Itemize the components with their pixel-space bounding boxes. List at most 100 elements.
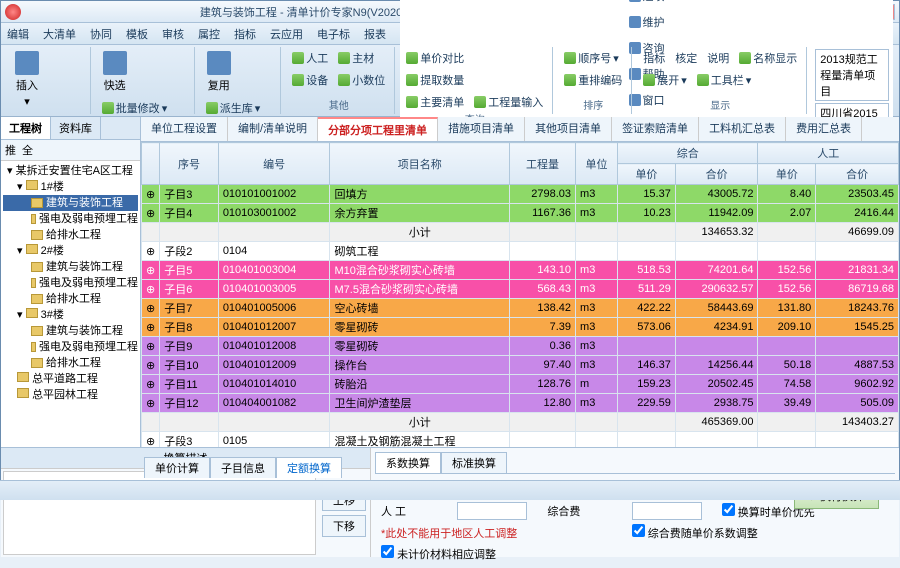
tab-compile-desc[interactable]: 编制/清单说明	[228, 117, 318, 141]
menu-cloud[interactable]: 云应用	[270, 26, 303, 42]
reuse-button[interactable]: 复用	[203, 49, 235, 95]
tree-filter-rec[interactable]: 推	[5, 142, 16, 158]
tab-project-tree[interactable]: 工程树	[1, 117, 51, 139]
tab-subitem-list[interactable]: 分部分项工程里清单	[318, 117, 438, 141]
table-row[interactable]: ⊕子目6010401003005M7.5混合砂浆砌实心砖墙568.43m3511…	[142, 280, 899, 299]
table-row[interactable]: ⊕子目12010404001082卫生间炉渣垫层12.80m3229.59293…	[142, 394, 899, 413]
select-icon	[103, 51, 127, 75]
labor-note: *此处不能用于地区人工调整	[381, 525, 622, 541]
derive-button[interactable]: 派生库▾	[203, 99, 275, 117]
qtyinput-button[interactable]: 工程量输入	[471, 93, 546, 111]
menu-control[interactable]: 属控	[198, 26, 220, 42]
mainlist-button[interactable]: 主要清单	[403, 93, 467, 111]
link-options[interactable]: 选项	[629, 0, 665, 4]
labor-input[interactable]	[457, 502, 527, 520]
table-row[interactable]: ⊕子段20104砌筑工程	[142, 242, 899, 261]
menu-ebid[interactable]: 电子标	[317, 26, 350, 42]
col-seq[interactable]: 序号	[160, 143, 219, 185]
table-row[interactable]: ⊕子目3010101001002回填方2798.03m315.3743005.7…	[142, 185, 899, 204]
col-qty[interactable]: 工程量	[509, 143, 575, 185]
batch-button[interactable]: 批量修改▾	[99, 99, 171, 117]
desc-button[interactable]: 说明	[704, 49, 732, 67]
index-button[interactable]: 指标	[640, 49, 668, 67]
table-row[interactable]: ⊕子目10010401012009操作台97.40m3146.3714256.4…	[142, 356, 899, 375]
resort-button[interactable]: 重排编码	[561, 71, 625, 89]
col-name[interactable]: 项目名称	[330, 143, 509, 185]
decimal-button[interactable]: 小数位	[335, 71, 388, 89]
table-row[interactable]: ⊕子目5010401003004M10混合砂浆砌实心砖墙143.10m3518.…	[142, 261, 899, 280]
data-grid[interactable]: 序号 编号 项目名称 工程量 单位 综合 人工 单价合价 单价合价 ⊕子目301…	[141, 142, 899, 447]
plus-icon	[15, 51, 39, 75]
equip-button[interactable]: 设备	[289, 71, 331, 89]
tab-measure-list[interactable]: 措施项目清单	[438, 117, 525, 141]
move-down-button[interactable]: 下移	[322, 515, 366, 537]
table-row[interactable]: ⊕子目9010401012008零星砌砖0.36m3	[142, 337, 899, 356]
menu-report[interactable]: 报表	[364, 26, 386, 42]
tree-building-3[interactable]: ▾ 3#楼	[3, 307, 138, 323]
approve-button[interactable]: 核定	[672, 49, 700, 67]
btab-price-calc[interactable]: 单价计算	[144, 457, 210, 478]
tree-item-arch[interactable]: 建筑与装饰工程	[3, 195, 138, 211]
tab-std-conv[interactable]: 标准换算	[441, 452, 507, 473]
expand-button[interactable]: 展开▾	[640, 71, 690, 89]
chk-compfee-follow[interactable]: 综合费随单价系数调整	[632, 524, 799, 541]
pricecmp-button[interactable]: 单价对比	[403, 49, 546, 67]
tree-item-elec[interactable]: 强电及弱电预埋工程	[3, 211, 138, 227]
tab-visa-list[interactable]: 签证索赔清单	[612, 117, 699, 141]
tab-fee-sum[interactable]: 费用汇总表	[786, 117, 862, 141]
quicksel-button[interactable]: 快选	[99, 49, 131, 95]
tree-building-1[interactable]: ▾ 1#楼	[3, 179, 138, 195]
table-row[interactable]: ⊕子目8010401012007零星砌砖7.39m3573.064234.912…	[142, 318, 899, 337]
table-row[interactable]: 小计134653.3246699.09	[142, 223, 899, 242]
tree-root[interactable]: ▾ 某拆迁安置住宅A区工程	[3, 163, 138, 179]
menu-edit[interactable]: 编辑	[7, 26, 29, 42]
insert-button[interactable]: 插入▾	[11, 49, 43, 110]
tree-site-landscape[interactable]: 总平园林工程	[3, 387, 138, 403]
tab-other-list[interactable]: 其他项目清单	[525, 117, 612, 141]
tree-filter-all[interactable]: 全	[22, 142, 33, 158]
gear-icon	[629, 0, 641, 2]
wrench-icon	[629, 16, 641, 28]
compfee-input[interactable]	[632, 502, 702, 520]
seq-button[interactable]: 顺序号▾	[561, 49, 625, 67]
btab-quota-conv[interactable]: 定额换算	[276, 457, 342, 478]
mainmat-button[interactable]: 主材	[335, 49, 377, 67]
namedisp-button[interactable]: 名称显示	[736, 49, 800, 67]
col-code[interactable]: 编号	[218, 143, 330, 185]
menu-review[interactable]: 审核	[162, 26, 184, 42]
tab-unit-settings[interactable]: 单位工程设置	[141, 117, 228, 141]
table-row[interactable]: ⊕子目7010401005006空心砖墙138.42m3422.2258443.…	[142, 299, 899, 318]
spec-combo[interactable]: 2013规范工程量清单项目	[815, 49, 889, 101]
folder-icon	[26, 180, 38, 190]
tree-item-plumb[interactable]: 给排水工程	[3, 227, 138, 243]
btab-item-info[interactable]: 子目信息	[210, 457, 276, 478]
labor-button[interactable]: 人工	[289, 49, 331, 67]
chk-unpriced-adj[interactable]: 未计价材料相应调整	[381, 545, 537, 562]
menu-index[interactable]: 指标	[234, 26, 256, 42]
label-labor: 人 工	[381, 503, 447, 519]
col-unit[interactable]: 单位	[576, 143, 618, 185]
label-compfee: 综合费	[547, 503, 621, 519]
tab-resource-lib[interactable]: 资料库	[51, 117, 101, 139]
col-comp[interactable]: 综合	[618, 143, 758, 164]
tree-site-road[interactable]: 总平道路工程	[3, 371, 138, 387]
extract-button[interactable]: 提取数量	[403, 71, 546, 89]
tab-coef-conv[interactable]: 系数换算	[375, 452, 441, 473]
tree-building-2[interactable]: ▾ 2#楼	[3, 243, 138, 259]
col-labor[interactable]: 人工	[758, 143, 899, 164]
tab-material-sum[interactable]: 工料机汇总表	[699, 117, 786, 141]
menubar: 编辑 大清单 协同 模板 审核 属控 指标 云应用 电子标 报表 材价网 全过程…	[1, 23, 899, 45]
menu-template[interactable]: 模板	[126, 26, 148, 42]
toolbar-button[interactable]: 工具栏▾	[694, 71, 755, 89]
ribbon: 插入▾ 复制 剪切 粘贴▾ 整理▾ 编辑 快选 批量修改▾ 查补漏项 名称标记▾…	[1, 45, 899, 117]
menu-collab[interactable]: 协同	[90, 26, 112, 42]
table-row[interactable]: ⊕子段30105混凝土及钢筋混凝土工程	[142, 432, 899, 448]
doc-icon	[31, 198, 43, 208]
status-bar	[0, 480, 900, 500]
table-row[interactable]: ⊕子目4010103001002余方弃置1167.36m310.2311942.…	[142, 204, 899, 223]
table-row[interactable]: ⊕子目11010401014010砖胎沿128.76m159.2320502.4…	[142, 375, 899, 394]
menu-biglist[interactable]: 大清单	[43, 26, 76, 42]
link-maint[interactable]: 维护	[629, 14, 665, 30]
project-tree[interactable]: ▾ 某拆迁安置住宅A区工程 ▾ 1#楼 建筑与装饰工程 强电及弱电预埋工程 给排…	[1, 161, 140, 447]
table-row[interactable]: 小计465369.00143403.27	[142, 413, 899, 432]
